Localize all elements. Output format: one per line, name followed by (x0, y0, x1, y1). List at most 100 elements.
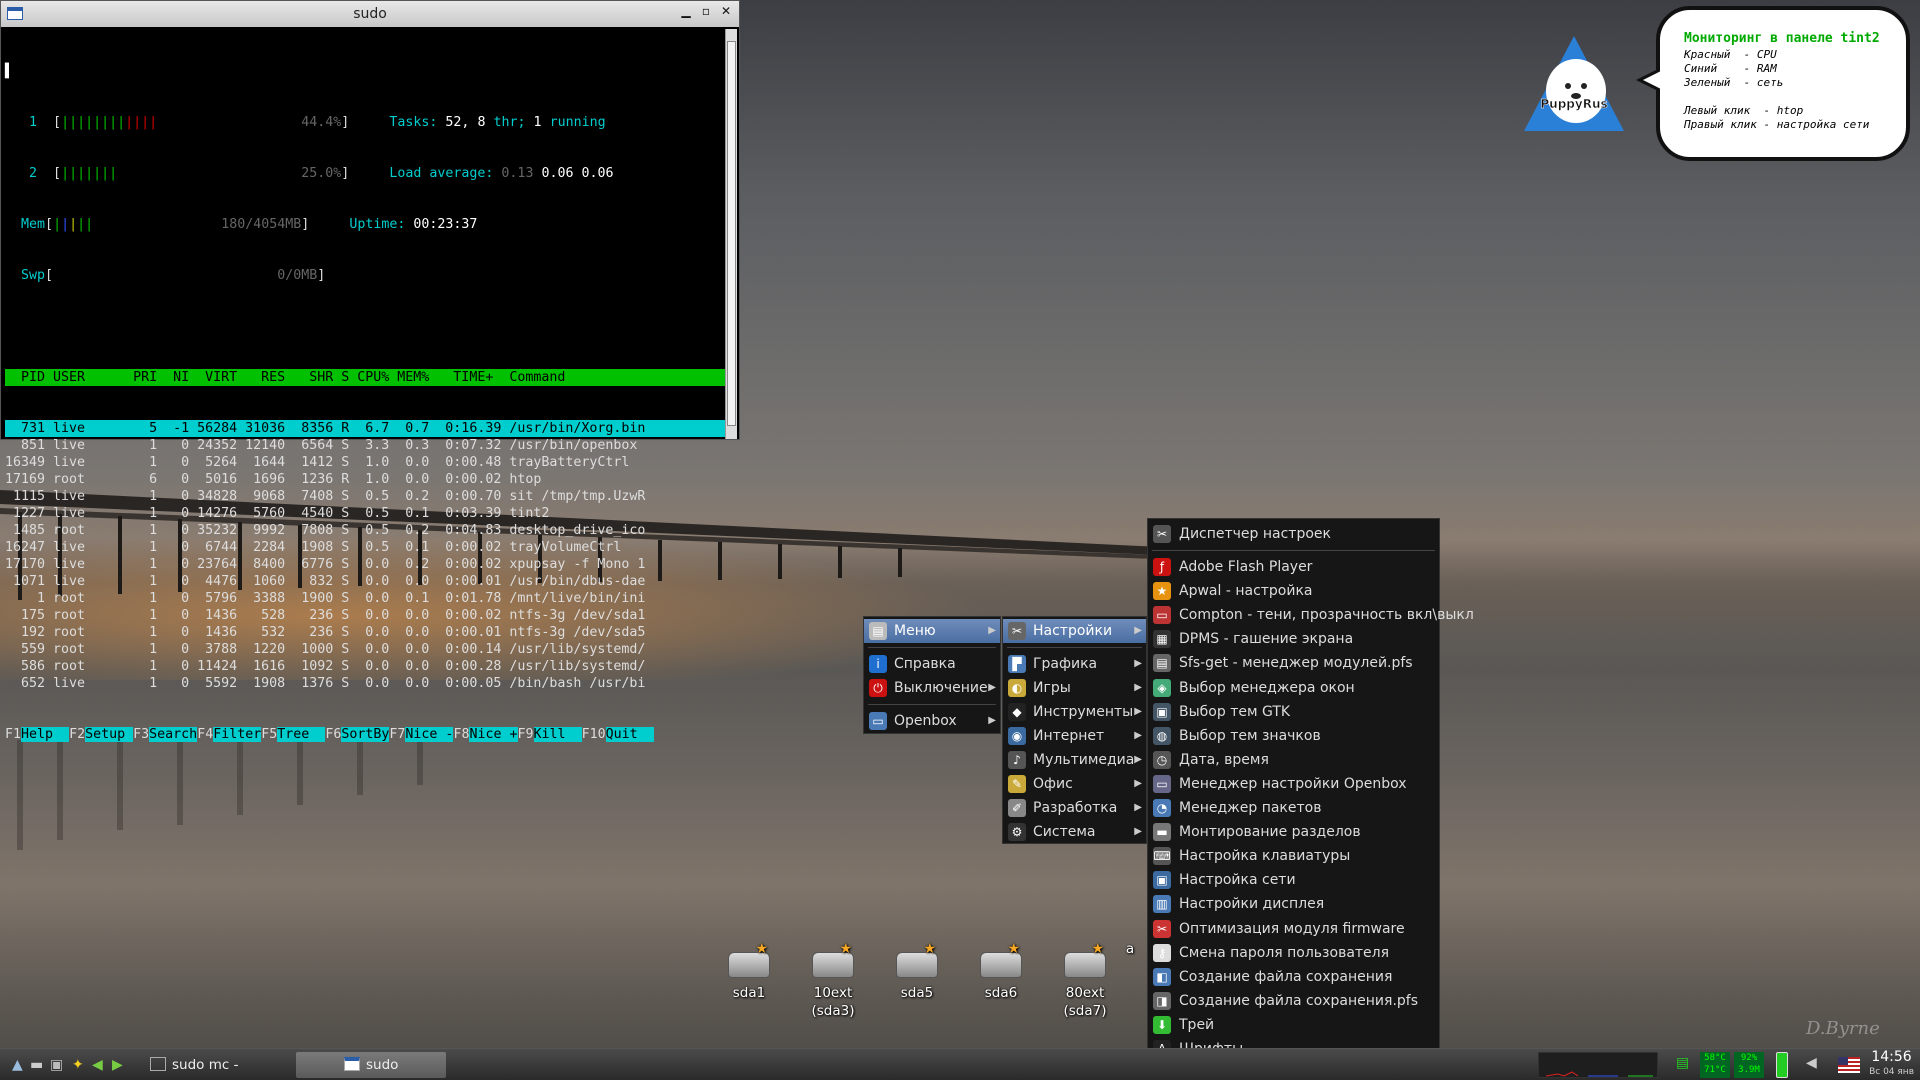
menu-item[interactable]: ◨ Создание файла сохранения.pfs (1148, 989, 1439, 1013)
process-row[interactable]: 731 live 5 -1 56284 31036 8356 R 6.7 0.7… (5, 420, 725, 437)
main-menu[interactable]: ✂ Настройки ▶ ▛ Графика ▶ ◐ Игры ▶ ◆ Инструменты ▶ ◉… (1002, 616, 1147, 844)
fkey-f7[interactable]: F7 (389, 727, 405, 742)
fkey-label[interactable]: Nice + (469, 727, 518, 742)
process-row[interactable]: 1485 root 1 0 35232 9992 7808 S 0.5 0.2 … (5, 522, 725, 539)
menu-item[interactable]: ✐ Разработка ▶ (1003, 796, 1146, 820)
menu-item[interactable]: ▭ Openbox ▶ (864, 709, 1000, 733)
function-key-bar[interactable]: F1Help F2Setup F3SearchF4FilterF5Tree F6… (5, 726, 725, 743)
menu-item[interactable]: ▬ Монтирование разделов (1148, 820, 1439, 844)
menu-item[interactable]: ▣ Выбор тем GTK (1148, 700, 1439, 724)
back-arrow-icon[interactable]: ◀ (92, 1057, 103, 1073)
fkey-label[interactable]: Nice - (405, 727, 454, 742)
fkey-f9[interactable]: F9 (518, 727, 534, 742)
process-row[interactable]: 192 root 1 0 1436 532 236 S 0.0 0.0 0:00… (5, 624, 725, 641)
menu-item[interactable]: ▛ Графика ▶ (1003, 652, 1146, 676)
fkey-label[interactable]: SortBy (341, 727, 390, 742)
drive-icon-3[interactable]: ★ sda6 (961, 940, 1041, 1002)
task-lilyterm[interactable]: sudo mc - LilyTerm (142, 1052, 292, 1078)
fkey-f1[interactable]: F1 (5, 727, 21, 742)
minimize-button[interactable]: ▁ (677, 4, 695, 18)
menu-item[interactable]: ◔ Менеджер пакетов (1148, 796, 1439, 820)
settings-submenu[interactable]: ✂ Диспетчер настроек ƒ Adobe Flash Player ★ A… (1147, 518, 1474, 1080)
menu-item[interactable]: ▤ Sfs-get - менеджер модулей.pfs (1148, 651, 1439, 675)
process-row[interactable]: 1115 live 1 0 34828 9068 7408 S 0.5 0.2 … (5, 488, 725, 505)
process-row[interactable]: 1 root 1 0 5796 3388 1900 S 0.0 0.1 0:01… (5, 590, 725, 607)
fkey-label[interactable]: Tree (277, 727, 326, 742)
task-sudo[interactable]: sudo (296, 1052, 446, 1078)
process-row[interactable]: 586 root 1 0 11424 1616 1092 S 0.0 0.0 0… (5, 658, 725, 675)
menu-item[interactable]: ✂ Диспетчер настроек (1148, 522, 1439, 546)
process-row[interactable]: 652 live 1 0 5592 1908 1376 S 0.0 0.0 0:… (5, 675, 725, 692)
star-launcher-icon[interactable]: ✦ (72, 1057, 84, 1073)
menu-item[interactable]: ◐ Игры ▶ (1003, 676, 1146, 700)
terminal-content[interactable]: ▌ 1 [|||||||||||| 44.4%] Tasks: 52, 8 th… (5, 29, 725, 742)
fkey-label[interactable]: Filter (213, 727, 262, 742)
fkey-label[interactable]: Search (149, 727, 198, 742)
fkey-f4[interactable]: F4 (197, 727, 213, 742)
process-row[interactable]: 16349 live 1 0 5264 1644 1412 S 1.0 0.0 … (5, 454, 725, 471)
menu-item[interactable]: ★ Apwal - настройка (1148, 579, 1439, 603)
network-monitor[interactable]: 92% 3.9M (1734, 1052, 1764, 1078)
battery-icon[interactable] (1776, 1052, 1788, 1078)
process-row[interactable]: 559 root 1 0 3788 1220 1000 S 0.0 0.0 0:… (5, 641, 725, 658)
process-row[interactable]: 17169 root 6 0 5016 1696 1236 R 1.0 0.0 … (5, 471, 725, 488)
menu-item[interactable]: ▭ Compton - тени, прозрачность вкл\выкл (1148, 603, 1474, 627)
menu-item[interactable]: ⚙ Система ▶ (1003, 820, 1146, 844)
menu-item[interactable]: ◈ Выбор менеджера окон (1148, 676, 1439, 700)
menu-item[interactable]: ▥ Настройки дисплея (1148, 892, 1439, 916)
cpu-ram-net-graph[interactable] (1538, 1052, 1658, 1078)
menu-item[interactable]: ◧ Создание файла сохранения (1148, 965, 1439, 989)
scrollbar-thumb[interactable] (727, 41, 736, 426)
menu-item[interactable]: ⌨ Настройка клавиатуры (1148, 844, 1439, 868)
menu-item[interactable]: ✂ Оптимизация модуля firmware (1148, 917, 1439, 941)
menu-item[interactable]: ✎ Офис ▶ (1003, 772, 1146, 796)
fkey-f6[interactable]: F6 (325, 727, 341, 742)
process-list[interactable]: 731 live 5 -1 56284 31036 8356 R 6.7 0.7… (5, 420, 725, 692)
process-row[interactable]: 1071 live 1 0 4476 1060 832 S 0.0 0.0 0:… (5, 573, 725, 590)
menu-item[interactable]: ◆ Инструменты ▶ (1003, 700, 1146, 724)
maximize-button[interactable]: ▫ (697, 4, 715, 18)
root-menu[interactable]: ▤ Меню ▶ i Справка ⏻ Выключение ▶ ▭ Openbox ▶ (863, 616, 1001, 734)
drive-icon-2[interactable]: ★ sda5 (877, 940, 957, 1002)
cpu-meter-icon[interactable]: ▤ (1676, 1055, 1689, 1071)
fkey-label[interactable]: Help (21, 727, 70, 742)
forward-arrow-icon[interactable]: ▶ (112, 1057, 123, 1073)
menu-item[interactable]: ⬇ Трей (1148, 1013, 1439, 1037)
puppy-launcher-icon[interactable]: ▲ (12, 1057, 23, 1073)
menu-item[interactable]: ✂ Настройки ▶ (1003, 619, 1146, 643)
drive-icon-0[interactable]: ★ sda1 (709, 940, 789, 1002)
process-row[interactable]: 175 root 1 0 1436 528 236 S 0.0 0.0 0:00… (5, 607, 725, 624)
fkey-f10[interactable]: F10 (582, 727, 606, 742)
htop-window[interactable]: sudo ▁ ▫ ✕ ▌ 1 [|||||||||||| 44.4%] Task… (0, 0, 740, 742)
fkey-f3[interactable]: F3 (133, 727, 149, 742)
menu-item[interactable]: ◷ Дата, время (1148, 748, 1439, 772)
menu-item[interactable]: ◍ Выбор тем значков (1148, 724, 1439, 748)
us-flag-icon[interactable] (1838, 1057, 1860, 1073)
menu-item[interactable]: ♪ Мультимедиа ▶ (1003, 748, 1146, 772)
clock[interactable]: 14:56 Вс 04 янв (1869, 1050, 1914, 1080)
fkey-label[interactable]: Kill (533, 727, 582, 742)
menu-item[interactable]: ◉ Интернет ▶ (1003, 724, 1146, 748)
menu-item[interactable]: ⏻ Выключение ▶ (864, 676, 1000, 700)
volume-icon[interactable]: ◀ (1806, 1055, 1817, 1071)
scrollbar[interactable] (725, 29, 737, 439)
fkey-label[interactable]: Quit (605, 727, 654, 742)
terminal-launcher-icon[interactable]: ▣ (50, 1057, 63, 1073)
close-button[interactable]: ✕ (717, 4, 735, 18)
window-titlebar[interactable]: sudo ▁ ▫ ✕ (1, 1, 739, 27)
menu-item[interactable]: ƒ Adobe Flash Player (1148, 555, 1439, 579)
menu-item[interactable]: ▭ Менеджер настройки Openbox (1148, 772, 1439, 796)
menu-item[interactable]: ⚷ Смена пароля пользователя (1148, 941, 1439, 965)
process-row[interactable]: 1227 live 1 0 14276 5760 4540 S 0.5 0.1 … (5, 505, 725, 522)
process-table-header[interactable]: PID USER PRI NI VIRT RES SHR S CPU% MEM%… (5, 369, 725, 386)
process-row[interactable]: 17170 live 1 0 23764 8400 6776 S 0.0 0.2… (5, 556, 725, 573)
menu-item[interactable]: i Справка (864, 652, 1000, 676)
menu-item[interactable]: ▣ Настройка сети (1148, 868, 1439, 892)
drive-icon-4[interactable]: ★ 80ext (sda7) (1045, 940, 1125, 1020)
fkey-f5[interactable]: F5 (261, 727, 277, 742)
fkey-f2[interactable]: F2 (69, 727, 85, 742)
menu-item[interactable]: ▦ DPMS - гашение экрана (1148, 627, 1439, 651)
temperature-monitor[interactable]: 58°C 71°C (1700, 1052, 1730, 1078)
fkey-label[interactable]: Setup (85, 727, 134, 742)
process-row[interactable]: 851 live 1 0 24352 12140 6564 S 3.3 0.3 … (5, 437, 725, 454)
